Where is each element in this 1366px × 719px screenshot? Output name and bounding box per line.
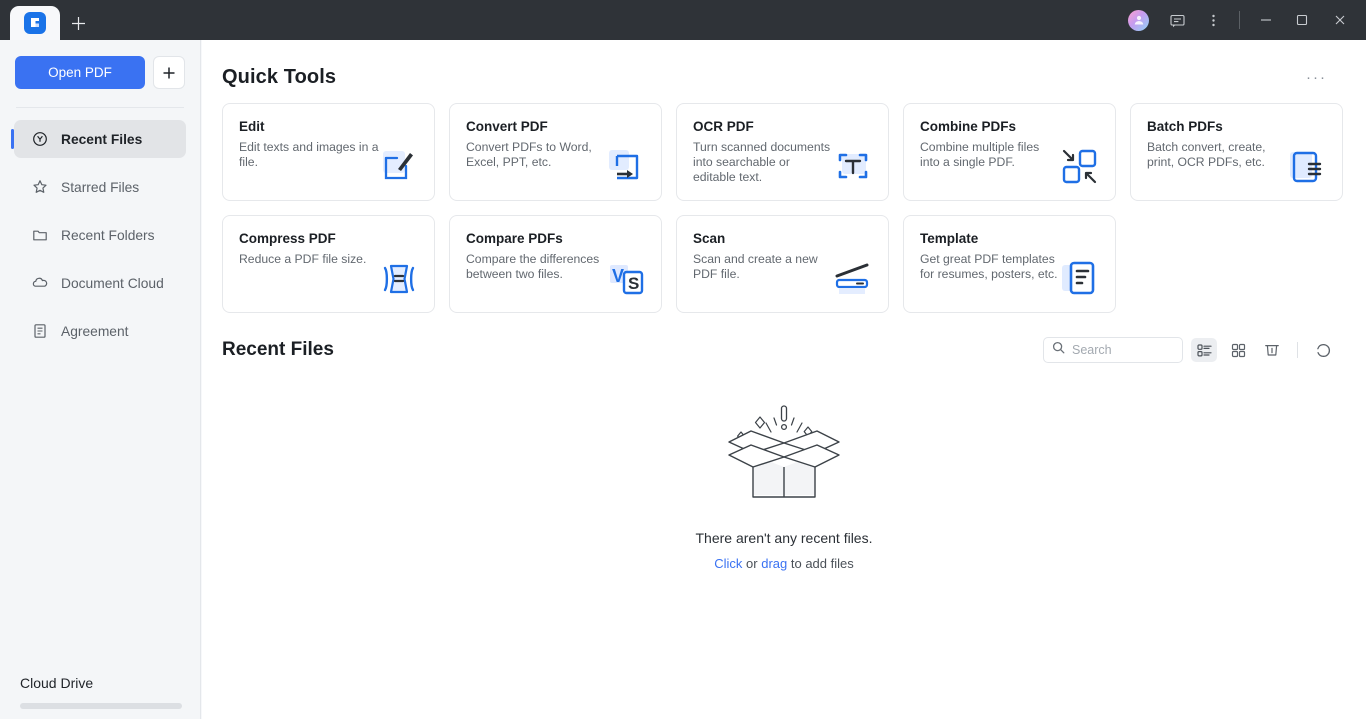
document-icon [32, 323, 48, 339]
sidebar-nav: Recent Files Starred Files Recent Folder… [0, 120, 200, 350]
tool-title: Batch PDFs [1147, 119, 1223, 134]
tool-card-edit[interactable]: Edit Edit texts and images in a file. [222, 103, 435, 201]
tool-description: Reduce a PDF file size. [239, 252, 367, 266]
pdfelement-app-icon [24, 12, 46, 34]
close-button[interactable] [1320, 0, 1360, 40]
new-tab-button[interactable] [60, 6, 96, 40]
sidebar-item-label: Recent Files [61, 131, 143, 147]
empty-state-hint: Click or drag to add files [714, 556, 854, 571]
svg-text:V: V [612, 266, 624, 286]
tab-home[interactable] [10, 6, 60, 40]
empty-state-message: There aren't any recent files. [695, 530, 873, 546]
tab-strip [0, 0, 96, 40]
recent-files-empty-state: There aren't any recent files. Click or … [202, 399, 1366, 571]
toolbar-divider [1297, 342, 1298, 358]
maximize-button[interactable] [1284, 0, 1320, 40]
sidebar: Open PDF Recent Files Starred Files Rece… [0, 40, 201, 719]
quick-tools-header: Quick Tools ··· [202, 40, 1366, 89]
sidebar-item-label: Agreement [61, 323, 129, 339]
compress-tool-icon [374, 254, 424, 304]
trash-icon[interactable] [1259, 338, 1285, 362]
star-icon [32, 179, 48, 195]
tool-description: Get great PDF templates for resumes, pos… [920, 252, 1058, 281]
main-content: Quick Tools ··· Edit Edit texts and imag… [202, 40, 1366, 719]
window-titlebar [0, 0, 1366, 40]
tool-title: Compress PDF [239, 231, 336, 246]
convert-tool-icon [601, 142, 651, 192]
tool-card-scan[interactable]: Scan Scan and create a new PDF file. [676, 215, 889, 313]
tool-description: Batch convert, create, print, OCR PDFs, … [1147, 140, 1266, 169]
scan-tool-icon [828, 254, 878, 304]
grid-view-icon[interactable] [1225, 338, 1251, 362]
svg-text:S: S [628, 274, 639, 293]
quick-tools-grid: Edit Edit texts and images in a file. Co… [202, 89, 1366, 313]
click-to-add-link[interactable]: Click [714, 556, 742, 571]
search-icon [1052, 341, 1065, 359]
template-tool-icon [1055, 254, 1105, 304]
tool-title: Convert PDF [466, 119, 548, 134]
sidebar-item-label: Recent Folders [61, 227, 155, 243]
cloud-drive-section[interactable]: Cloud Drive [0, 675, 201, 719]
ocr-tool-icon [828, 142, 878, 192]
sidebar-divider [16, 107, 184, 108]
list-view-icon[interactable] [1191, 338, 1217, 362]
tool-description: Edit texts and images in a file. [239, 140, 379, 169]
sidebar-item-document-cloud[interactable]: Document Cloud [14, 264, 186, 302]
tool-title: Compare PDFs [466, 231, 563, 246]
feedback-icon[interactable] [1159, 0, 1195, 40]
refresh-icon[interactable] [1310, 338, 1336, 362]
compare-tool-icon: V S [601, 254, 651, 304]
tool-description: Turn scanned documents into searchable o… [693, 140, 831, 184]
tool-title: OCR PDF [693, 119, 754, 134]
tool-description: Compare the differences between two file… [466, 252, 600, 281]
window-controls [1124, 0, 1366, 40]
tool-description: Combine multiple files into a single PDF… [920, 140, 1040, 169]
combine-tool-icon [1055, 142, 1105, 192]
sidebar-item-recent-folders[interactable]: Recent Folders [14, 216, 186, 254]
minimize-button[interactable] [1248, 0, 1284, 40]
edit-tool-icon [374, 142, 424, 192]
cloud-icon [32, 275, 48, 291]
sidebar-item-label: Document Cloud [61, 275, 164, 291]
tool-card-compare-pdfs[interactable]: Compare PDFs Compare the differences bet… [449, 215, 662, 313]
recent-files-toolbar [1043, 337, 1336, 363]
folder-icon [32, 227, 48, 243]
vertical-dots-icon[interactable] [1195, 0, 1231, 40]
tool-card-ocr-pdf[interactable]: OCR PDF Turn scanned documents into sear… [676, 103, 889, 201]
recent-files-title: Recent Files [222, 339, 334, 360]
page-title: Quick Tools [222, 66, 337, 88]
open-pdf-button[interactable]: Open PDF [15, 56, 145, 89]
recent-files-header: Recent Files [202, 313, 1366, 363]
sidebar-item-recent-files[interactable]: Recent Files [11, 120, 186, 158]
add-file-button[interactable] [153, 56, 185, 89]
search-box[interactable] [1043, 337, 1183, 363]
tool-title: Combine PDFs [920, 119, 1017, 134]
tool-card-compress-pdf[interactable]: Compress PDF Reduce a PDF file size. [222, 215, 435, 313]
empty-box-illustration [720, 399, 848, 516]
search-input[interactable] [1072, 343, 1174, 357]
tool-title: Template [920, 231, 979, 246]
quick-tools-more-button[interactable]: ··· [1302, 67, 1331, 88]
titlebar-divider [1239, 11, 1240, 29]
tool-description: Scan and create a new PDF file. [693, 252, 818, 281]
sidebar-item-starred-files[interactable]: Starred Files [14, 168, 186, 206]
clock-icon [32, 131, 48, 147]
tool-card-batch-pdfs[interactable]: Batch PDFs Batch convert, create, print,… [1130, 103, 1343, 201]
sidebar-item-label: Starred Files [61, 179, 140, 195]
tool-card-convert-pdf[interactable]: Convert PDF Convert PDFs to Word, Excel,… [449, 103, 662, 201]
tool-title: Scan [693, 231, 726, 246]
sidebar-item-agreement[interactable]: Agreement [14, 312, 186, 350]
tool-description: Convert PDFs to Word, Excel, PPT, etc. [466, 140, 592, 169]
batch-tool-icon [1282, 142, 1332, 192]
empty-hint-tail: to add files [787, 556, 854, 571]
tool-card-template[interactable]: Template Get great PDF templates for res… [903, 215, 1116, 313]
cloud-drive-label: Cloud Drive [20, 675, 94, 691]
sidebar-actions: Open PDF [0, 40, 200, 89]
user-avatar[interactable] [1128, 9, 1149, 31]
empty-hint-or: or [742, 556, 762, 571]
tool-title: Edit [239, 119, 265, 134]
tool-card-combine-pdfs[interactable]: Combine PDFs Combine multiple files into… [903, 103, 1116, 201]
drag-to-add-link[interactable]: drag [761, 556, 787, 571]
cloud-storage-bar [20, 703, 182, 709]
